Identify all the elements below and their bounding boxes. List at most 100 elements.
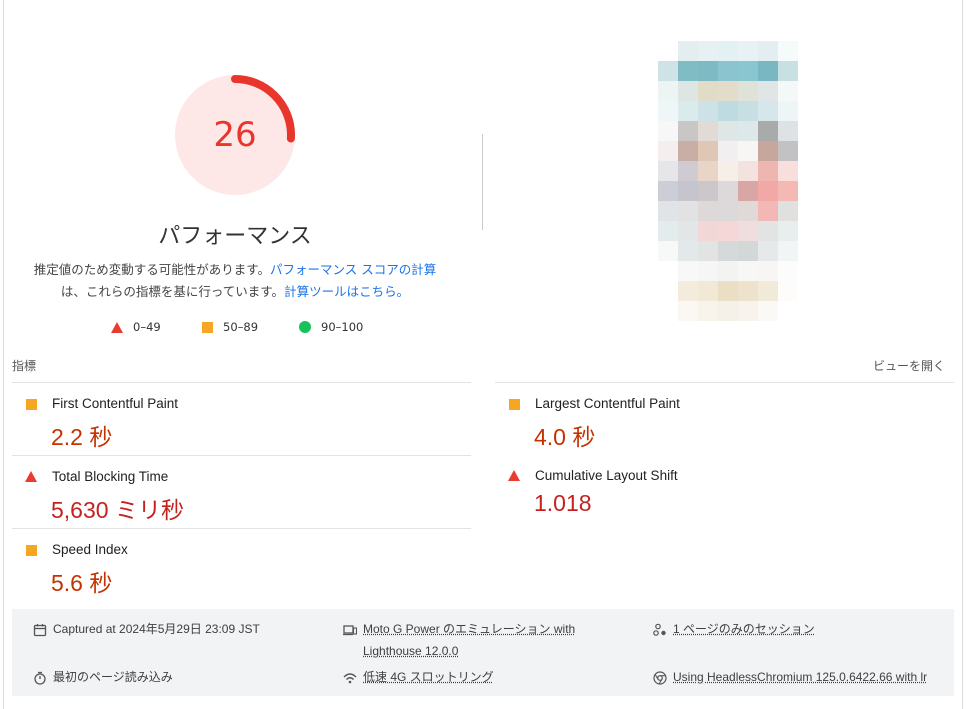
thumbnail-pixel <box>678 201 698 221</box>
thumbnail-pixel <box>798 81 818 101</box>
thumbnail-pixel <box>778 201 798 221</box>
thumbnail-pixel <box>798 61 818 81</box>
calendar-icon <box>33 622 47 637</box>
thumbnail-pixel <box>718 101 738 121</box>
device-text[interactable]: Moto G Power のエミュレーション with Lighthouse 1… <box>363 618 603 662</box>
report-frame <box>3 0 963 709</box>
session-item[interactable]: 1 ページのみのセッション <box>653 618 815 640</box>
runtime-settings-footer: Captured at 2024年5月29日 23:09 JST Moto G … <box>12 609 954 696</box>
thumbnail-pixel <box>758 261 778 281</box>
expand-view-toggle[interactable]: ビューを開く <box>873 357 945 374</box>
thumbnail-pixel <box>758 41 778 61</box>
thumbnail-pixel <box>658 281 678 301</box>
browser-item[interactable]: Using HeadlessChromium 125.0.6422.66 wit… <box>653 666 927 688</box>
thumbnail-pixel <box>738 161 758 181</box>
legend-fail: 0–49 <box>111 318 161 336</box>
metric-lcp: Largest Contentful Paint 4.0 秒 <box>495 382 954 456</box>
thumbnail-pixel <box>678 141 698 161</box>
metric-cls: Cumulative Layout Shift 1.018 <box>495 455 954 529</box>
thumbnail-pixel <box>718 161 738 181</box>
thumbnail-pixel <box>758 101 778 121</box>
score-calc-link[interactable]: パフォーマンス スコアの計算 <box>270 262 436 277</box>
thumbnail-pixel <box>718 201 738 221</box>
calculator-link[interactable]: 計算ツールはこちら。 <box>284 284 409 299</box>
thumbnail-pixel <box>738 221 758 241</box>
thumbnail-pixel <box>698 101 718 121</box>
legend-average-range: 50–89 <box>223 320 259 334</box>
thumbnail-pixel <box>758 281 778 301</box>
thumbnail-pixel <box>778 281 798 301</box>
thumbnail-pixel <box>678 181 698 201</box>
metric-tbt: Total Blocking Time 5,630 ミリ秒 <box>12 455 471 529</box>
thumbnail-pixel <box>798 281 818 301</box>
thumbnail-pixel <box>718 221 738 241</box>
browser-text[interactable]: Using HeadlessChromium 125.0.6422.66 wit… <box>673 666 927 688</box>
thumbnail-pixel <box>738 201 758 221</box>
performance-gauge[interactable]: 26 <box>174 74 296 196</box>
thumbnail-pixel <box>778 121 798 141</box>
thumbnail-pixel <box>758 141 778 161</box>
thumbnail-pixel <box>658 261 678 281</box>
thumbnail-pixel <box>658 41 678 61</box>
thumbnail-pixel <box>678 221 698 241</box>
thumbnail-pixel <box>798 261 818 281</box>
thumbnail-pixel <box>778 161 798 181</box>
thumbnail-pixel <box>778 301 798 321</box>
metric-title: Total Blocking Time <box>52 469 169 484</box>
devices-icon <box>343 622 358 636</box>
captured-text: Captured at 2024年5月29日 23:09 JST <box>53 622 260 636</box>
thumbnail-pixel <box>738 41 758 61</box>
session-text[interactable]: 1 ページのみのセッション <box>673 618 815 640</box>
thumbnail-pixel <box>698 61 718 81</box>
vertical-divider <box>482 134 483 230</box>
thumbnail-pixel <box>678 241 698 261</box>
thumbnail-pixel <box>798 101 818 121</box>
metric-title: Speed Index <box>52 542 128 557</box>
thumbnail-pixel <box>698 121 718 141</box>
thumbnail-pixel <box>778 141 798 161</box>
thumbnail-pixel <box>678 261 698 281</box>
thumbnail-pixel <box>718 121 738 141</box>
thumbnail-pixel <box>718 301 738 321</box>
thumbnail-pixel <box>678 281 698 301</box>
metric-value: 5,630 ミリ秒 <box>51 497 184 523</box>
thumbnail-pixel <box>698 261 718 281</box>
metric-value: 5.6 秒 <box>51 570 113 596</box>
description-text-1: 推定値のため変動する可能性があります。 <box>33 262 271 277</box>
legend-average: 50–89 <box>202 318 258 336</box>
triangle-icon <box>111 321 123 333</box>
square-icon <box>202 321 213 333</box>
thumbnail-pixel <box>758 161 778 181</box>
load-text: 最初のページ読み込み <box>53 670 173 684</box>
throttling-item[interactable]: 低速 4G スロットリング <box>343 666 494 688</box>
thumbnail-pixel <box>718 61 738 81</box>
thumbnail-pixel <box>678 61 698 81</box>
thumbnail-pixel <box>778 221 798 241</box>
square-icon <box>26 545 37 556</box>
thumbnail-pixel <box>758 121 778 141</box>
thumbnail-pixel <box>738 301 758 321</box>
thumbnail-pixel <box>658 81 678 101</box>
page-screenshot-thumbnail <box>658 41 818 321</box>
thumbnail-pixel <box>778 41 798 61</box>
thumbnail-pixel <box>698 181 718 201</box>
throttling-text[interactable]: 低速 4G スロットリング <box>363 666 494 688</box>
thumbnail-pixel <box>718 241 738 261</box>
thumbnail-pixel <box>798 121 818 141</box>
triangle-icon <box>508 470 520 481</box>
thumbnail-pixel <box>678 101 698 121</box>
square-icon <box>26 399 37 410</box>
thumbnail-pixel <box>798 301 818 321</box>
thumbnail-pixel <box>778 261 798 281</box>
metric-title: First Contentful Paint <box>52 396 179 411</box>
thumbnail-pixel <box>798 41 818 61</box>
thumbnail-pixel <box>798 221 818 241</box>
thumbnail-pixel <box>658 181 678 201</box>
thumbnail-pixel <box>738 181 758 201</box>
legend-pass: 90–100 <box>299 318 363 336</box>
square-icon <box>509 399 520 410</box>
triangle-icon <box>25 471 37 482</box>
thumbnail-pixel <box>698 241 718 261</box>
device-item[interactable]: Moto G Power のエミュレーション with Lighthouse 1… <box>343 618 603 662</box>
thumbnail-pixel <box>758 181 778 201</box>
